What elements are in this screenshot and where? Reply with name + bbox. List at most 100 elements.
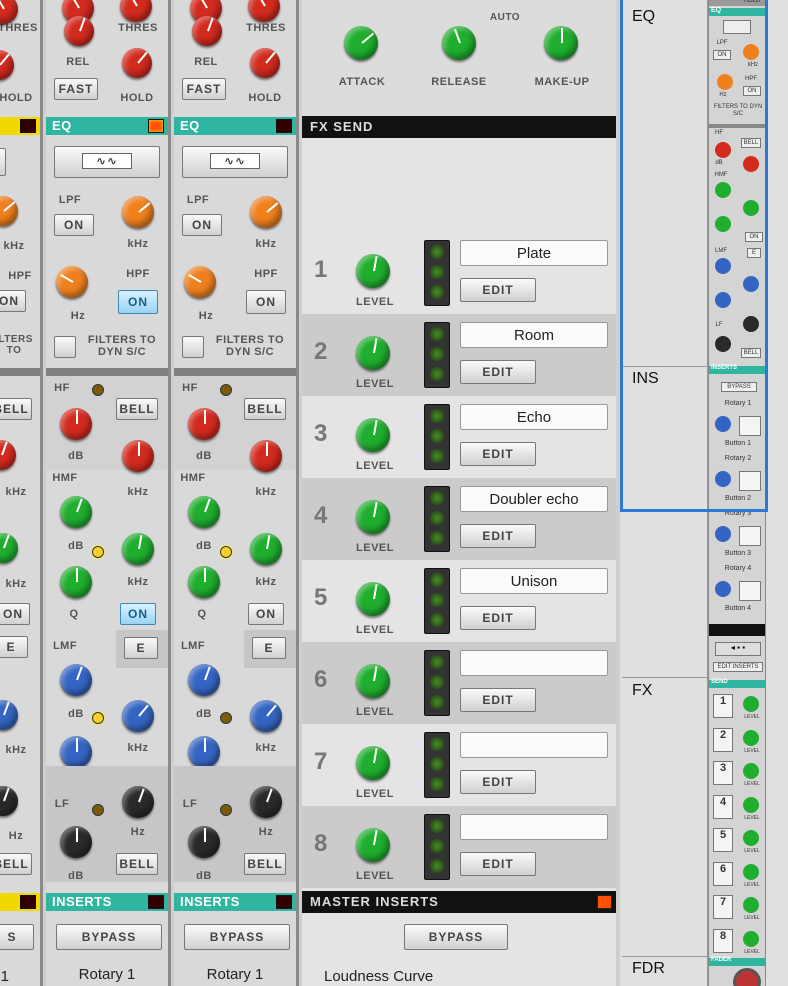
lpf-label: LPF <box>58 194 82 206</box>
hf-bell-button[interactable]: BELL <box>116 398 158 420</box>
thres-knob-right[interactable] <box>248 0 280 22</box>
hf-gain-knob[interactable] <box>188 408 220 440</box>
hold-knob[interactable] <box>0 50 14 80</box>
e-button[interactable]: E <box>252 637 286 659</box>
lmf-gain-knob[interactable] <box>60 664 92 696</box>
hmf-freq-knob[interactable] <box>0 533 18 563</box>
send-device-name[interactable]: Unison <box>460 568 608 594</box>
hf-freq-knob[interactable] <box>0 440 16 470</box>
bypass-button-partial[interactable]: S <box>0 924 34 950</box>
lf-gain-knob[interactable] <box>60 826 92 858</box>
hpf-freq-knob[interactable] <box>56 266 88 298</box>
lf-gain-knob[interactable] <box>188 826 220 858</box>
lf-bell-button[interactable]: BELL <box>244 853 286 875</box>
send-level-knob[interactable] <box>356 418 390 452</box>
send-device-name[interactable]: Plate <box>460 240 608 266</box>
hmf-freq-knob[interactable] <box>122 533 154 565</box>
hf-gain-knob[interactable] <box>60 408 92 440</box>
hmf-gain-knob[interactable] <box>188 496 220 528</box>
fast-button[interactable]: FAST <box>182 78 226 100</box>
hold-knob[interactable] <box>122 48 152 78</box>
send-device-name[interactable]: Room <box>460 322 608 348</box>
fast-button[interactable]: FAST <box>54 78 98 100</box>
send-edit-button[interactable]: EDIT <box>460 278 536 302</box>
master-bypass-button[interactable]: BYPASS <box>404 924 508 950</box>
e-button[interactable]: E <box>124 637 158 659</box>
send-level-knob[interactable] <box>356 582 390 616</box>
send-level-knob[interactable] <box>356 336 390 370</box>
hmf-gain-knob[interactable] <box>60 496 92 528</box>
lmf-freq-knob[interactable] <box>250 700 282 732</box>
send-edit-button[interactable]: EDIT <box>460 360 536 384</box>
thres-knob[interactable] <box>0 0 18 24</box>
thres-knob-right[interactable] <box>120 0 152 22</box>
lpf-freq-knob[interactable] <box>250 196 282 228</box>
lf-freq-knob[interactable] <box>250 786 282 818</box>
hold-label: HOLD <box>120 92 154 104</box>
lpf-on-button[interactable]: ON <box>54 214 94 236</box>
hmf-on-button[interactable]: ON <box>0 603 30 625</box>
eq-graph-button[interactable]: ∿∿ <box>182 146 288 178</box>
hmf-q-knob[interactable] <box>188 566 220 598</box>
hf-freq-knob[interactable] <box>250 440 282 472</box>
send-level-knob[interactable] <box>356 746 390 780</box>
attack-knob[interactable] <box>344 26 378 60</box>
eq-graph-button[interactable]: ∿∿ <box>54 146 160 178</box>
filters-dyn-checkbox[interactable] <box>182 336 204 358</box>
hf-bell-button[interactable]: BELL <box>244 398 286 420</box>
lmf-freq-knob[interactable] <box>122 700 154 732</box>
lf-bell-button[interactable]: BELL <box>0 853 32 875</box>
hpf-on-button[interactable]: ON <box>246 290 286 314</box>
lmf-freq-knob[interactable] <box>0 700 18 730</box>
send-level-knob[interactable] <box>356 664 390 698</box>
hf-freq-knob[interactable] <box>122 440 154 472</box>
mini-fader: FADER <box>711 957 732 963</box>
rel-knob[interactable] <box>64 16 94 46</box>
lpf-freq-knob[interactable] <box>122 196 154 228</box>
hmf-on-button[interactable]: ON <box>120 603 156 625</box>
hold-knob[interactable] <box>250 48 280 78</box>
send-edit-button[interactable]: EDIT <box>460 770 536 794</box>
nav-fdr[interactable]: FDR <box>622 960 708 978</box>
lmf-dot <box>220 712 232 724</box>
visible-area-selector[interactable] <box>620 0 768 512</box>
send-edit-button[interactable]: EDIT <box>460 606 536 630</box>
hmf-on-button[interactable]: ON <box>248 603 284 625</box>
send-level-knob[interactable] <box>356 500 390 534</box>
release-knob[interactable] <box>442 26 476 60</box>
rel-knob[interactable] <box>192 16 222 46</box>
makeup-knob[interactable] <box>544 26 578 60</box>
send-edit-button[interactable]: EDIT <box>460 852 536 876</box>
lf-freq-knob[interactable] <box>0 786 18 816</box>
bypass-button[interactable]: BYPASS <box>184 924 290 950</box>
hpf-on-button[interactable]: ON <box>0 290 26 312</box>
lmf-gain-knob[interactable] <box>188 664 220 696</box>
send-device-name[interactable] <box>460 650 608 676</box>
lpf-on-button[interactable]: ON <box>182 214 222 236</box>
hmf-q-knob[interactable] <box>60 566 92 598</box>
send-level-knob[interactable] <box>356 254 390 288</box>
eq-graph-button[interactable] <box>0 148 6 176</box>
send-edit-button[interactable]: EDIT <box>460 688 536 712</box>
send-device-name[interactable] <box>460 814 608 840</box>
send-device-name[interactable] <box>460 732 608 758</box>
hpf-on-button[interactable]: ON <box>118 290 158 314</box>
hmf-freq-knob[interactable] <box>250 533 282 565</box>
lpf-freq-knob[interactable] <box>0 196 18 226</box>
send-edit-button[interactable]: EDIT <box>460 524 536 548</box>
hf-bell-button[interactable]: BELL <box>0 398 32 420</box>
lf-freq-knob[interactable] <box>122 786 154 818</box>
send-level-knob[interactable] <box>356 828 390 862</box>
nav-fx[interactable]: FX <box>622 682 708 700</box>
fx-send-row: 7 LEVEL EDIT <box>302 724 616 806</box>
lf-bell-button[interactable]: BELL <box>116 853 158 875</box>
send-device-name[interactable]: Doubler echo <box>460 486 608 512</box>
lmf-q-knob[interactable] <box>188 736 220 768</box>
lmf-q-knob[interactable] <box>60 736 92 768</box>
send-device-name[interactable]: Echo <box>460 404 608 430</box>
filters-dyn-checkbox[interactable] <box>54 336 76 358</box>
send-edit-button[interactable]: EDIT <box>460 442 536 466</box>
hpf-freq-knob[interactable] <box>184 266 216 298</box>
e-button[interactable]: E <box>0 636 28 658</box>
bypass-button[interactable]: BYPASS <box>56 924 162 950</box>
